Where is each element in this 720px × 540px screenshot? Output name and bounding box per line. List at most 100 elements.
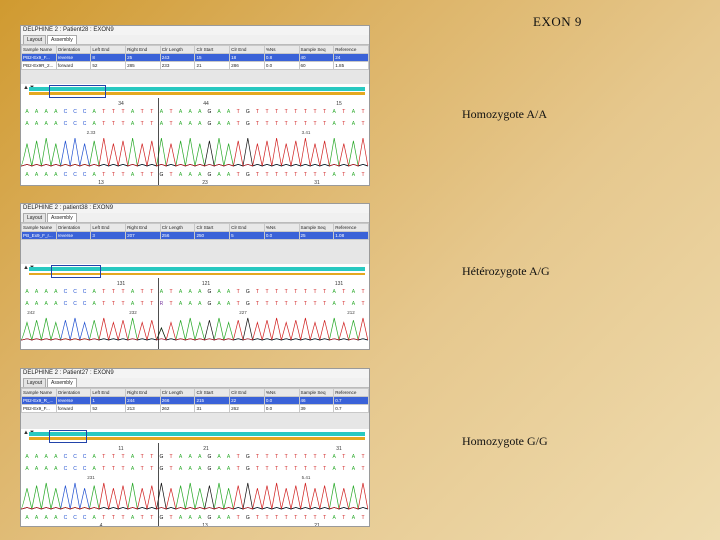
base-call: G [207,109,211,115]
base-call: T [275,109,278,115]
col-header[interactable]: Clr Length [159,388,196,397]
base-call: G [159,454,163,460]
col-header[interactable]: Orientation [55,45,92,54]
chromatogram-view[interactable]: 131 121 131 A A A A C C C A T T T A T T A T A A A G A A T G T T T T T T T… [21,278,369,349]
assembly-overview-track[interactable]: ▲▼ [21,84,369,98]
tab-layout[interactable]: Layout [23,213,47,222]
col-header[interactable]: Clr Start [194,45,231,54]
base-call: T [304,289,307,295]
base-call: C [73,121,77,127]
base-call: T [285,172,288,178]
assembly-overview-track[interactable]: ▲▼ [21,429,369,443]
view-window[interactable] [49,85,106,98]
col-header[interactable]: Reference [333,388,369,397]
col-header[interactable]: Right End [125,223,161,232]
col-header[interactable]: Reference [333,45,369,54]
base-call: G [207,466,211,472]
base-call: T [304,301,307,307]
base-call: A [179,466,183,472]
label-heterozygote-ag: Hétérozygote A/G [462,264,550,278]
col-header[interactable]: Clr Length [159,223,196,232]
col-header[interactable]: Sample Seq [298,223,335,232]
col-header[interactable]: %Ns [263,388,300,397]
position-number: 4 [100,523,103,527]
base-call: A [160,289,164,295]
col-header[interactable]: Reference [333,223,369,232]
col-header[interactable]: Right End [125,45,161,54]
view-window[interactable] [51,265,101,278]
base-call: T [121,172,124,178]
col-header[interactable]: Left End [90,45,127,54]
base-call: T [112,289,115,295]
base-call: A [189,466,193,472]
base-call: T [169,121,172,127]
col-header[interactable]: Sample Name [21,223,57,232]
table-row[interactable]: PB2-Ex9_R_... reverse 1 244 266 215 22 0… [21,396,369,405]
assembly-overview-track[interactable]: ▲▼ [21,264,369,278]
col-header[interactable]: Sample Name [21,45,57,54]
col-header[interactable]: Right End [125,388,161,397]
col-header[interactable]: Orientation [55,388,92,397]
tab-assembly[interactable]: Assembly [47,213,77,222]
base-call: A [179,301,183,307]
col-header[interactable]: Clr Start [194,223,231,232]
col-header[interactable]: Left End [90,388,127,397]
col-header[interactable]: Clr End [229,388,265,397]
base-call: A [217,301,221,307]
base-call: C [64,301,68,307]
col-header[interactable]: %Ns [263,223,300,232]
tab-assembly[interactable]: Assembly [47,35,77,44]
base-call: A [189,289,193,295]
base-call: A [333,121,337,127]
cell: 1.85 [333,61,369,70]
tab-bar: Layout Assembly [21,378,369,388]
col-header[interactable]: Clr End [229,45,265,54]
table-row[interactable]: PB2-Ex9_F... forward 52 213 262 31 262 0… [21,404,369,413]
base-call: T [265,289,268,295]
chromatogram-view[interactable]: 34 44 15 A A A A C C C A T T T A T T A T A A A G A A T G T T T T T T T T A T… [21,98,369,185]
table-row[interactable]: PB_Ex9_F_r... reverse 3 207 256 250 5 0.… [21,231,369,240]
base-call: A [25,454,29,460]
col-header[interactable]: Sample Seq [298,45,335,54]
base-call: T [141,289,144,295]
base-call: T [361,289,364,295]
col-header[interactable]: Clr End [229,223,265,232]
table-row[interactable]: PB2-Ex9R_2... forward 52 285 233 21 286 … [21,61,369,70]
base-call: A [227,466,231,472]
table-row[interactable]: PB2-Ex9_F... reverse 8 25 243 15 18 0.8 … [21,53,369,62]
col-header[interactable]: Left End [90,223,127,232]
base-call: A [217,109,221,115]
chromatogram-view[interactable]: 11 21 31 A A A A C C C A T T T A T T G T A A A G A A T G T T T T T T T T A T… [21,443,369,527]
base-call: A [93,289,97,295]
col-header[interactable]: Sample Seq [298,388,335,397]
col-header[interactable]: Clr Start [194,388,231,397]
base-call: T [342,301,345,307]
position-number: 21 [203,446,209,452]
col-header[interactable]: Sample Name [21,388,57,397]
base-call: C [83,466,87,472]
col-header[interactable]: %Ns [263,45,300,54]
base-call: G [159,466,163,472]
base-call: A [179,515,183,521]
sample-table: Sample Name Orientation Left End Right E… [21,223,369,240]
cell: forward [55,61,92,70]
view-window[interactable] [49,430,87,443]
cell: 31 [194,404,231,413]
cell: 46 [298,396,335,405]
base-call: A [131,301,135,307]
base-call: C [64,109,68,115]
cell: 18 [229,53,265,62]
base-call: A [45,515,49,521]
base-call: T [141,466,144,472]
tab-layout[interactable]: Layout [23,35,47,44]
base-call: T [169,301,172,307]
base-call: C [64,289,68,295]
tab-layout[interactable]: Layout [23,378,47,387]
position-number: 13 [202,523,208,527]
col-header[interactable]: Orientation [55,223,92,232]
base-call: A [333,109,337,115]
col-header[interactable]: Clr Length [159,45,196,54]
position-number: 131 [335,281,344,287]
tab-assembly[interactable]: Assembly [47,378,77,387]
cell: 25 [298,231,335,240]
